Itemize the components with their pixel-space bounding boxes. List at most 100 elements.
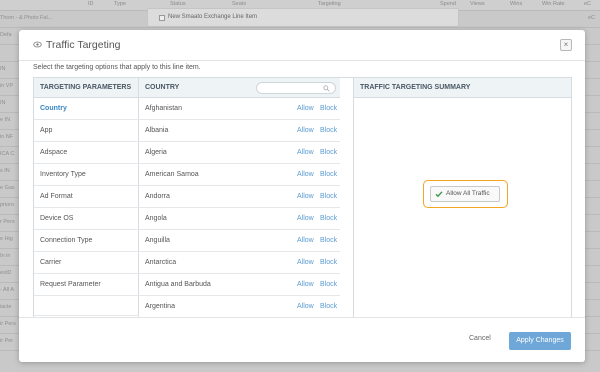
targeting-parameter-item[interactable]: Connection Type — [34, 230, 139, 252]
bg-column-type: Type — [114, 1, 126, 7]
block-country-link[interactable]: Block — [320, 252, 337, 274]
country-row: Anguilla Allow Block — [139, 230, 340, 252]
background-row-name: e IN — [0, 117, 11, 123]
allow-all-traffic-label: Allow All Traffic — [446, 190, 490, 197]
block-country-link[interactable]: Block — [320, 98, 337, 120]
allow-all-traffic-button[interactable]: Allow All Traffic — [430, 186, 500, 202]
background-row-name: estD — [0, 270, 12, 276]
background-row-name: prioro — [0, 202, 15, 208]
country-row: Algeria Allow Block — [139, 142, 340, 164]
country-row: Andorra Allow Block — [139, 186, 340, 208]
targeting-parameters-header: TARGETING PARAMETERS — [34, 78, 138, 98]
modal-header: Traffic Targeting × — [19, 30, 585, 61]
background-row-name: r Pers — [0, 219, 15, 225]
targeting-parameter-item[interactable]: Ad Format — [34, 186, 139, 208]
background-row-value: eC — [588, 15, 596, 21]
country-name: Andorra — [145, 193, 170, 200]
background-tooltip: New Smaato Exchange Line Item — [147, 8, 459, 27]
block-country-link[interactable]: Block — [320, 296, 337, 318]
allow-country-link[interactable]: Allow — [297, 164, 314, 186]
apply-changes-button[interactable]: Apply Changes — [509, 332, 571, 350]
background-row-name: - All A — [0, 287, 15, 293]
targeting-parameter-item — [34, 296, 139, 316]
targeting-parameter-item[interactable]: Adspace — [34, 142, 139, 164]
background-row-name: IN — [0, 100, 6, 106]
background-row-name: ICA C — [0, 151, 15, 157]
country-search-input[interactable] — [256, 82, 336, 94]
block-country-link[interactable]: Block — [320, 164, 337, 186]
targeting-selection-panel: TARGETING PARAMETERS Country App Adspace In… — [33, 77, 449, 318]
close-button[interactable]: × — [560, 39, 572, 51]
block-country-link[interactable]: Block — [320, 208, 337, 230]
targeting-parameter-item[interactable]: App — [34, 120, 139, 142]
allow-country-link[interactable]: Allow — [297, 274, 314, 296]
background-row-name: in VP — [0, 83, 14, 89]
bg-column-targeting: Targeting — [318, 1, 341, 7]
targeting-parameter-item[interactable]: Inventory Type — [34, 164, 139, 186]
search-icon — [323, 85, 330, 92]
allow-country-link[interactable]: Allow — [297, 208, 314, 230]
targeting-parameter-item[interactable]: Country — [34, 98, 139, 120]
summary-header: TRAFFIC TARGETING SUMMARY — [354, 78, 571, 98]
checkbox-icon — [159, 15, 165, 21]
modal-subtitle: Select the targeting options that apply … — [33, 64, 201, 71]
country-name: American Samoa — [145, 171, 199, 178]
modal-title: Traffic Targeting — [46, 39, 121, 51]
country-name: Albania — [145, 127, 169, 134]
background-row-name: Thom - & Photo Fal... — [0, 15, 53, 21]
country-row: Afghanistan Allow Block — [139, 98, 340, 120]
country-name: Argentina — [145, 303, 175, 310]
allow-country-link[interactable]: Allow — [297, 230, 314, 252]
background-row-name: Defa — [0, 32, 12, 38]
bg-column-status: Status — [170, 1, 186, 7]
traffic-targeting-summary-panel: TRAFFIC TARGETING SUMMARY Allow All Traf… — [353, 77, 572, 318]
allow-country-link[interactable]: Allow — [297, 186, 314, 208]
traffic-targeting-modal: Traffic Targeting × Select the targeting… — [19, 30, 585, 362]
checkmark-icon — [435, 191, 443, 198]
block-country-link[interactable]: Block — [320, 120, 337, 142]
background-row-name: IN — [0, 66, 6, 72]
background-row-name: e Gas — [0, 185, 15, 191]
allow-country-link[interactable]: Allow — [297, 296, 314, 318]
country-row: American Samoa Allow Block — [139, 164, 340, 186]
targeting-parameter-item[interactable]: Carrier — [34, 252, 139, 274]
block-country-link[interactable]: Block — [320, 274, 337, 296]
allow-country-link[interactable]: Allow — [297, 120, 314, 142]
targeting-parameter-item[interactable]: Request Parameter — [34, 274, 139, 296]
background-row-name: in NF — [0, 134, 14, 140]
country-column: COUNTRY Afghanistan Allow Block Albania Allo… — [139, 78, 449, 318]
modal-footer: Cancel Apply Changes — [19, 317, 585, 362]
bg-column-wins: Wins — [510, 1, 523, 7]
bg-column-spend: Spend — [440, 1, 456, 7]
background-row-name: ir Pers — [0, 321, 16, 327]
eye-icon — [33, 41, 42, 48]
country-name: Angola — [145, 215, 167, 222]
block-country-link[interactable]: Block — [320, 186, 337, 208]
targeting-parameters-column: TARGETING PARAMETERS Country App Adspace In… — [34, 78, 139, 317]
bg-column-win-rate: Win Rate — [542, 1, 565, 7]
cancel-button[interactable]: Cancel — [469, 335, 491, 342]
bg-column-views: Views — [470, 1, 485, 7]
country-name: Algeria — [145, 149, 167, 156]
country-row: Antigua and Barbuda Allow Block — [139, 274, 340, 296]
bg-column-seats: Seats — [232, 1, 247, 7]
country-name: Afghanistan — [145, 105, 182, 112]
background-row-name: ir Per — [0, 338, 14, 344]
country-header-label: COUNTRY — [145, 84, 180, 91]
background-row-name: iacte — [0, 304, 12, 310]
country-row: Argentina Allow Block — [139, 296, 340, 318]
background-row-name: s IN — [0, 168, 10, 174]
block-country-link[interactable]: Block — [320, 142, 337, 164]
allow-country-link[interactable]: Allow — [297, 142, 314, 164]
background-tooltip-text: New Smaato Exchange Line Item — [168, 14, 258, 20]
block-country-link[interactable]: Block — [320, 230, 337, 252]
country-name: Anguilla — [145, 237, 170, 244]
targeting-parameter-item[interactable]: Device OS — [34, 208, 139, 230]
allow-country-link[interactable]: Allow — [297, 252, 314, 274]
country-row: Albania Allow Block — [139, 120, 340, 142]
background-row-name: In in — [0, 253, 11, 259]
allow-country-link[interactable]: Allow — [297, 98, 314, 120]
allow-all-traffic-highlight: Allow All Traffic — [423, 180, 508, 208]
country-name: Antarctica — [145, 259, 177, 266]
country-row: Antarctica Allow Block — [139, 252, 340, 274]
